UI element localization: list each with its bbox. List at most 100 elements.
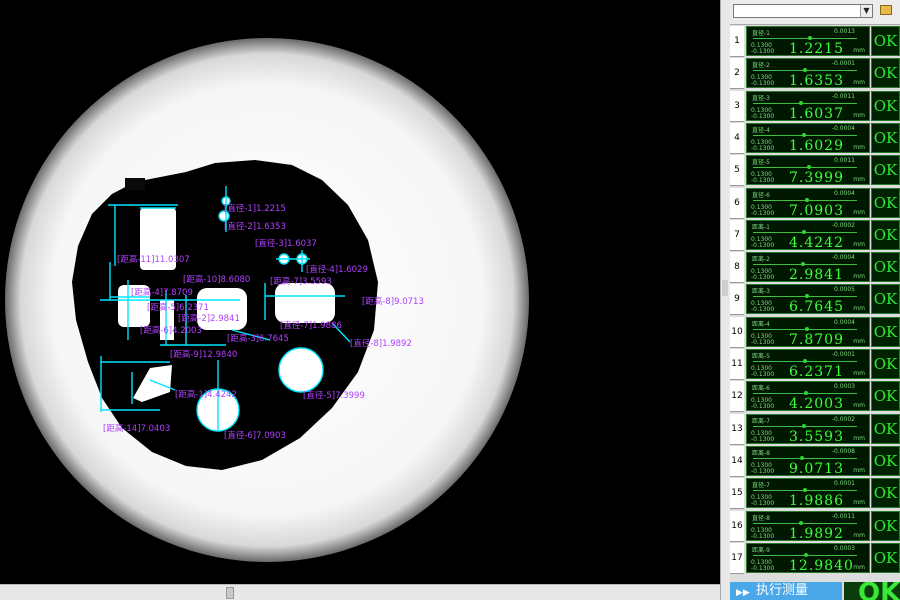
annotation-label: [直径-3]1.6037 xyxy=(255,238,317,249)
unit-label: mm xyxy=(853,563,865,571)
deviation-value: -0.0008 xyxy=(831,447,855,455)
ok-status: OK xyxy=(871,219,900,250)
measured-value: 6.2371 xyxy=(789,364,844,380)
tolerance-marker xyxy=(799,455,804,460)
measured-value: 6.7645 xyxy=(789,299,844,316)
annotation-label: [直径-4]1.6029 xyxy=(306,264,368,275)
unit-label: mm xyxy=(853,47,865,54)
measurement-label: 直径-2 xyxy=(752,62,770,70)
result-row[interactable]: 1 直径-1 0.0013 0.1300 -0.1300 1.2215 mm OK xyxy=(730,26,900,57)
deviation-value: -0.0002 xyxy=(831,221,855,229)
result-row[interactable]: 15 直径-7 0.0001 0.1300 -0.1300 1.9886 mm OK xyxy=(730,478,900,510)
unit-label: mm xyxy=(853,499,865,507)
annotation-label: [距高-14]7.0403 xyxy=(103,423,170,434)
annotation-label: [距高-7]3.5593 xyxy=(270,276,332,287)
annotation-label: [直径-2]1.6353 xyxy=(224,221,286,232)
ok-status: OK xyxy=(871,349,900,379)
result-row[interactable]: 9 距离-3 0.0005 0.1300 -0.1300 6.7645 mm OK xyxy=(730,284,900,316)
unit-label: mm xyxy=(853,208,865,216)
result-row[interactable]: 6 直径-6 0.0004 0.1300 -0.1300 7.0903 mm OK xyxy=(730,187,900,219)
ok-status: OK xyxy=(871,58,900,89)
horizontal-scrollbar[interactable] xyxy=(0,584,720,600)
lower-tolerance: -0.1300 xyxy=(751,48,775,55)
row-number: 16 xyxy=(730,510,744,542)
overall-status-text: OK xyxy=(858,582,900,600)
result-row[interactable]: 12 距离-6 0.0003 0.1300 -0.1300 4.2003 mm OK xyxy=(730,381,900,413)
row-number: 8 xyxy=(730,252,744,284)
tolerance-marker xyxy=(803,68,807,73)
measurement-cell: 直径-7 0.0001 0.1300 -0.1300 1.9886 mm xyxy=(746,478,870,510)
result-row[interactable]: 10 距离-4 0.0004 0.1300 -0.1300 7.8709 mm OK xyxy=(730,316,900,348)
tolerance-marker xyxy=(800,262,805,267)
tolerance-marker xyxy=(804,391,809,396)
result-row[interactable]: 3 直径-3 -0.0011 0.1300 -0.1300 1.6037 mm OK xyxy=(730,90,900,122)
ok-status: OK xyxy=(871,445,900,476)
tolerance-bar xyxy=(753,457,857,459)
annotation-label: [距高-2]2.9841 xyxy=(178,313,240,324)
result-row[interactable]: 11 距离-5 -0.0001 0.1300 -0.1300 6.2371 mm OK xyxy=(730,349,900,380)
row-number: 4 xyxy=(730,122,744,154)
result-row[interactable]: 4 直径-4 -0.0004 0.1300 -0.1300 1.6029 mm OK xyxy=(730,122,900,154)
measurement-label: 直径-6 xyxy=(752,191,770,199)
scrollbar-thumb[interactable] xyxy=(226,587,234,599)
chevron-down-icon[interactable]: ▼ xyxy=(860,5,872,17)
play-icon: ▶▶ xyxy=(736,588,750,598)
measurement-cell: 直径-6 0.0004 0.1300 -0.1300 7.0903 mm xyxy=(746,187,870,219)
ok-status: OK xyxy=(871,284,900,315)
deviation-value: 0.0003 xyxy=(834,383,855,391)
measurement-label: 距离-2 xyxy=(752,256,770,264)
row-number: 6 xyxy=(730,187,744,219)
scrollbar-thumb[interactable] xyxy=(722,280,728,296)
panel-toolbar: ▼ xyxy=(730,0,900,25)
ok-status: OK xyxy=(871,478,900,509)
ok-status: OK xyxy=(871,155,900,186)
annotation-label: [距高-8]9.0713 xyxy=(362,296,424,307)
measurement-image-viewer[interactable]: [直径-1]1.2215 [直径-2]1.6353 [直径-3]1.6037 [… xyxy=(0,0,720,584)
lower-tolerance: -0.1300 xyxy=(751,435,775,443)
result-row[interactable]: 14 距离-8 -0.0008 0.1300 -0.1300 9.0713 mm OK xyxy=(730,445,900,477)
tolerance-marker xyxy=(807,165,812,170)
program-select[interactable]: ▼ xyxy=(733,4,873,18)
row-number: 3 xyxy=(730,90,744,122)
measured-value: 7.0903 xyxy=(789,202,844,219)
measured-value: 1.9892 xyxy=(789,525,844,542)
lower-tolerance: -0.1300 xyxy=(751,338,775,346)
deviation-value: -0.0002 xyxy=(831,415,855,423)
result-row[interactable]: 2 直径-2 -0.0001 0.1300 -0.1300 1.6353 mm OK xyxy=(730,58,900,90)
tolerance-marker xyxy=(808,36,813,40)
deviation-value: 0.0005 xyxy=(834,286,855,294)
measurement-cell: 距离-9 0.0003 0.1300 -0.1300 12.9840 mm xyxy=(746,542,870,574)
measurement-label: 距离-7 xyxy=(752,417,770,425)
measurement-cell: 距离-1 -0.0002 0.1300 -0.1300 4.4242 mm xyxy=(746,219,870,251)
annotation-label: [直径-8]1.9892 xyxy=(350,338,412,349)
deviation-value: -0.0001 xyxy=(831,351,855,358)
measured-value: 1.9886 xyxy=(789,493,844,510)
result-row[interactable]: 7 距离-1 -0.0002 0.1300 -0.1300 4.4242 mm OK xyxy=(730,219,900,251)
measurement-label: 距离-3 xyxy=(752,288,770,296)
measurement-label: 距离-5 xyxy=(752,353,770,360)
deviation-value: 0.0001 xyxy=(834,480,855,488)
result-row[interactable]: 17 距离-9 0.0003 0.1300 -0.1300 12.9840 mm OK xyxy=(730,542,900,574)
tolerance-marker xyxy=(798,100,803,105)
result-row[interactable]: 13 距离-7 -0.0002 0.1300 -0.1300 3.5593 mm OK xyxy=(730,413,900,445)
measurement-cell: 直径-2 -0.0001 0.1300 -0.1300 1.6353 mm xyxy=(746,58,870,90)
measurement-label: 距离-6 xyxy=(752,385,770,393)
result-row[interactable]: 16 直径-8 -0.0011 0.1300 -0.1300 1.9892 mm OK xyxy=(730,510,900,542)
result-row[interactable]: 5 直径-5 0.0011 0.1300 -0.1300 7.3999 mm OK xyxy=(730,155,900,187)
unit-label: mm xyxy=(853,466,865,474)
folder-icon[interactable] xyxy=(880,5,892,15)
result-row[interactable]: 8 距离-2 -0.0004 0.1300 -0.1300 2.9841 mm OK xyxy=(730,252,900,284)
vertical-scrollbar[interactable] xyxy=(720,0,730,600)
ok-status: OK xyxy=(871,413,900,444)
measurement-cell: 距离-6 0.0003 0.1300 -0.1300 4.2003 mm xyxy=(746,381,870,412)
annotation-label: [直径-6]7.0903 xyxy=(224,430,286,441)
tolerance-marker xyxy=(798,520,803,525)
measured-value: 1.6353 xyxy=(789,73,844,90)
row-number: 11 xyxy=(730,349,744,380)
unit-label: mm xyxy=(853,273,865,281)
annotation-label: [距高-1]4.4242 xyxy=(175,389,237,400)
unit-label: mm xyxy=(853,337,865,345)
row-number: 17 xyxy=(730,542,744,574)
run-measurement-button[interactable]: ▶▶ 执行测量 xyxy=(730,582,842,600)
tolerance-marker xyxy=(804,552,809,557)
